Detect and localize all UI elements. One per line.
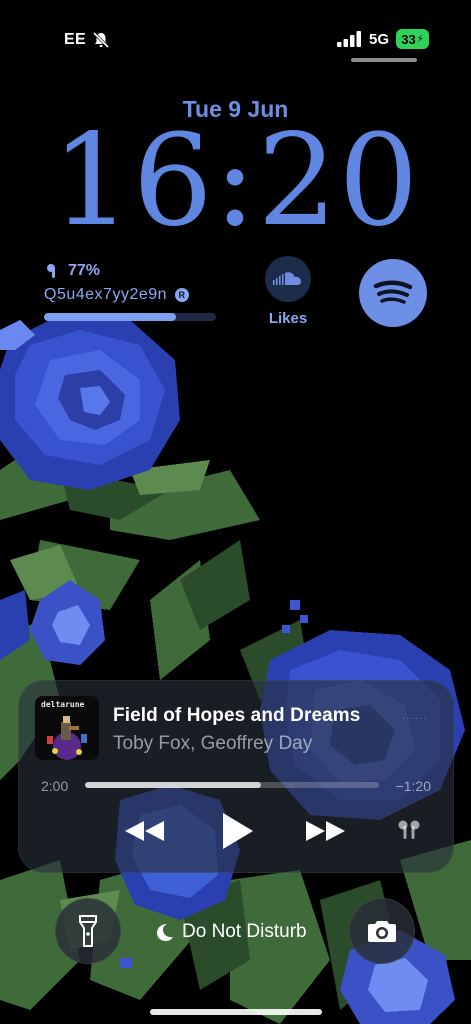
- camera-button[interactable]: [349, 898, 415, 964]
- lock-time[interactable]: 16:20: [0, 118, 471, 244]
- play-button[interactable]: [215, 809, 259, 853]
- battery-level: 33: [401, 31, 416, 47]
- device-battery-row: 77%: [44, 260, 224, 282]
- rewind-icon: [125, 821, 164, 841]
- flashlight-button[interactable]: [55, 898, 121, 964]
- airpod-icon: [47, 264, 55, 278]
- device-battery-bar: [44, 313, 216, 321]
- signal-bars-icon: [337, 31, 361, 47]
- now-playing-card[interactable]: deltarune Field of Hopes and Dreams Toby…: [18, 680, 454, 873]
- control-center-grabber[interactable]: [351, 58, 417, 62]
- playback-scrubber[interactable]: [85, 782, 379, 788]
- track-artist: Toby Fox, Geoffrey Day: [113, 733, 313, 754]
- spotify-icon: [373, 280, 413, 304]
- carrier-name: EE: [64, 31, 86, 48]
- status-bar: EE 5G 33 ⚡: [0, 0, 471, 70]
- soundcloud-likes-label: Likes: [268, 310, 308, 327]
- elapsed-time: 2:00: [41, 778, 69, 794]
- album-art-title: deltarune: [41, 700, 85, 709]
- airpods-output-icon[interactable]: [397, 820, 421, 842]
- soundcloud-icon[interactable]: [265, 256, 311, 302]
- remaining-time: −1:20: [395, 778, 431, 794]
- bolt-icon: ⚡: [416, 33, 424, 45]
- more-options-icon[interactable]: ······: [402, 713, 428, 724]
- spotify-widget[interactable]: [359, 259, 427, 327]
- moon-icon: [157, 924, 173, 941]
- registered-badge: R: [175, 288, 190, 302]
- device-battery-percent: 77%: [68, 262, 101, 279]
- network-type: 5G: [369, 31, 390, 48]
- device-name: Q5u4ex7yy2e9n: [44, 286, 168, 303]
- flashlight-icon: [79, 915, 97, 947]
- battery-indicator: 33 ⚡: [396, 29, 429, 49]
- home-indicator[interactable]: [150, 1009, 322, 1015]
- fast-forward-icon: [306, 821, 345, 841]
- rewind-button[interactable]: [123, 813, 167, 849]
- focus-mode-indicator[interactable]: Do Not Disturb: [154, 920, 307, 944]
- device-name-row: Q5u4ex7yy2e9n R: [44, 286, 224, 304]
- track-title: Field of Hopes and Dreams: [113, 705, 361, 726]
- play-icon: [223, 813, 253, 849]
- bell-slash-icon: [92, 31, 110, 49]
- device-battery-bar-fill: [44, 313, 177, 321]
- soundcloud-widget[interactable]: Likes: [262, 256, 314, 332]
- fast-forward-button[interactable]: [303, 813, 347, 849]
- camera-icon: [368, 921, 396, 942]
- device-battery-widget[interactable]: 77% Q5u4ex7yy2e9n R: [44, 260, 224, 330]
- album-art[interactable]: deltarune: [35, 696, 99, 760]
- focus-mode-label: Do Not Disturb: [182, 921, 307, 942]
- playback-progress-fill: [85, 782, 262, 788]
